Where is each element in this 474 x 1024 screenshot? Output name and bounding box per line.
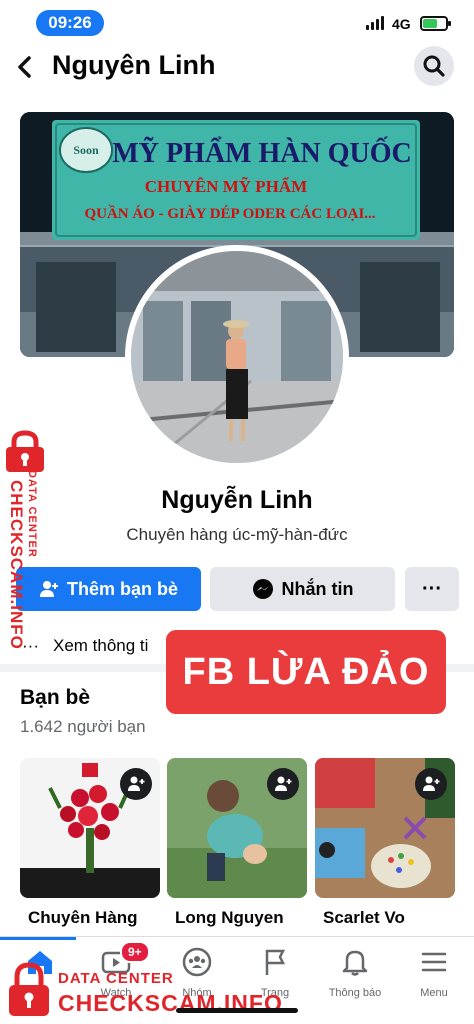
lock-icon: [9, 962, 49, 1016]
bell-icon: [342, 950, 368, 976]
nav-item-menu[interactable]: Menu: [394, 947, 474, 999]
watermark-side: DATA CENTER CHECKSCAM.INFO: [0, 430, 60, 660]
friend-card[interactable]: Chuyên Hàng: [20, 758, 160, 936]
menu-icon: [421, 952, 447, 972]
cover-sign-line3: QUẦN ÁO - GIÀY DÉP ODER CÁC LOẠI...: [84, 205, 375, 222]
message-label: Nhắn tin: [281, 578, 354, 599]
nav-label-notifications: Thông báo: [328, 987, 382, 999]
friends-title: Bạn bè: [20, 686, 91, 709]
watermark-data-center: DATA CENTER: [26, 470, 38, 558]
search-button[interactable]: [414, 46, 454, 86]
friend-card[interactable]: Scarlet Vo: [315, 758, 455, 936]
add-friend-icon[interactable]: [120, 768, 152, 800]
friend-name[interactable]: Chuyên Hàng: [20, 908, 160, 928]
nav-active-indicator: [0, 937, 76, 940]
nav-label-menu: Menu: [420, 987, 448, 999]
friend-name[interactable]: Long Nguyen: [167, 908, 307, 928]
message-button[interactable]: Nhắn tin: [210, 567, 395, 611]
cover-sign-line1: MỸ PHẨM HÀN QUỐC: [112, 137, 411, 169]
back-icon[interactable]: [14, 52, 36, 88]
about-label: Xem thông ti: [52, 636, 149, 655]
add-friend-icon[interactable]: [415, 768, 447, 800]
friend-photo[interactable]: [167, 758, 307, 898]
friends-count: 1.642 người bạn: [20, 717, 146, 736]
friend-photo[interactable]: [20, 758, 160, 898]
home-indicator: [176, 1008, 298, 1013]
warning-banner: FB LỪA ĐẢO: [166, 630, 446, 714]
battery-icon: [420, 16, 451, 31]
cover-sign-line2: CHUYÊN MỸ PHẨM: [145, 176, 307, 196]
status-bar: 09:26 4G: [0, 0, 474, 46]
network-label: 4G: [392, 16, 411, 32]
friend-card[interactable]: Long Nguyen: [167, 758, 307, 936]
svg-text:Soon: Soon: [73, 143, 99, 157]
watermark-bottom: DATA CENTER CHECKSCAM.INFO: [0, 960, 300, 1024]
friend-photo[interactable]: [315, 758, 455, 898]
header-title: Nguyên Linh: [52, 50, 216, 80]
search-icon: [423, 55, 445, 77]
nav-item-notifications[interactable]: Thông báo: [315, 947, 395, 999]
messenger-icon: [252, 579, 273, 599]
profile-bio: Chuyên hàng úc-mỹ-hàn-đức: [126, 525, 348, 544]
add-friend-icon[interactable]: [267, 768, 299, 800]
profile-avatar[interactable]: [125, 245, 349, 469]
profile-header: Nguyên Linh: [0, 46, 474, 90]
signal-icon: [366, 16, 384, 30]
lock-icon: [6, 430, 44, 472]
profile-name: Nguyễn Linh: [161, 486, 313, 514]
add-friend-label: Thêm bạn bè: [66, 578, 178, 599]
watermark-data-center: DATA CENTER: [58, 970, 174, 987]
friend-name[interactable]: Scarlet Vo: [315, 908, 455, 928]
more-button[interactable]: ···: [405, 567, 459, 611]
status-time: 09:26: [36, 10, 104, 36]
watermark-site: CHECKSCAM.INFO: [7, 480, 26, 650]
